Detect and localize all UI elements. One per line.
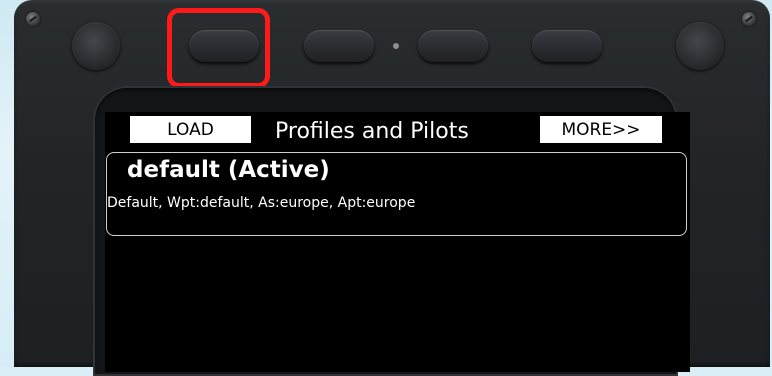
screw-icon [26,12,40,26]
page-title: Profiles and Pilots [275,118,469,144]
profile-name: default (Active) [127,157,330,183]
profile-list-item[interactable]: default (Active) Default, Wpt:default, A… [106,152,687,236]
hardware-button-4[interactable] [532,30,602,62]
profile-detail: Default, Wpt:default, As:europe, Apt:eur… [107,195,416,211]
display-screen: LOAD Profiles and Pilots MORE>> default … [105,112,690,372]
hardware-button-1[interactable] [189,30,259,62]
load-button[interactable]: LOAD [130,116,251,143]
top-bar: LOAD Profiles and Pilots MORE>> [105,112,665,148]
hardware-button-3[interactable] [418,30,488,62]
screen-area: LOAD Profiles and Pilots MORE>> default … [105,112,690,372]
left-knob[interactable] [72,22,120,70]
hardware-button-2[interactable] [304,30,374,62]
more-button[interactable]: MORE>> [540,116,662,143]
indicator-dot [393,43,399,49]
right-knob[interactable] [676,22,724,70]
screw-icon [742,12,756,26]
